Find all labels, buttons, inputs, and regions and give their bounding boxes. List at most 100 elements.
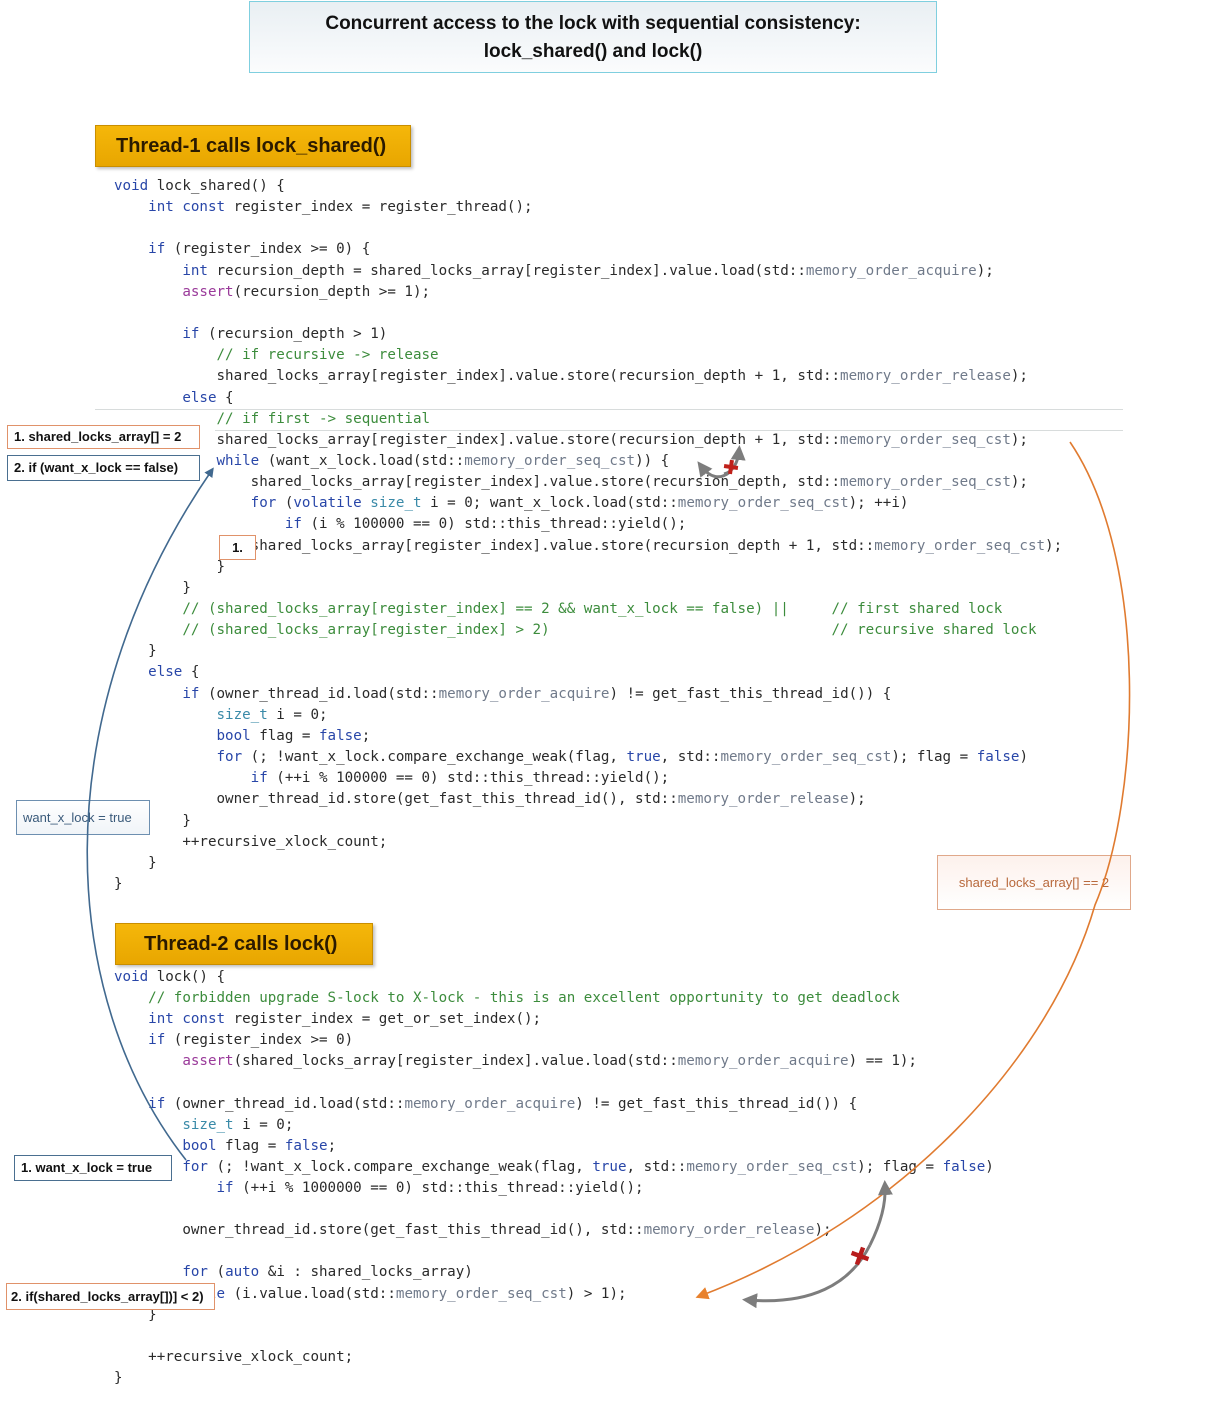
code-token: if <box>148 1032 166 1049</box>
code-token: if <box>284 516 302 533</box>
thread1-banner: Thread-1 calls lock_shared() <box>95 125 411 167</box>
code-token: (i % 100000 == 0) std::this_thread::yiel… <box>301 516 687 533</box>
code-token: ) <box>1019 749 1028 766</box>
code-token: assert <box>182 283 234 300</box>
note-t2-step1: 1. want_x_lock = true <box>14 1155 172 1181</box>
code-token: const <box>182 1011 226 1028</box>
code-token: ++recursive_xlock_count; <box>114 1348 354 1365</box>
code-token: owner_thread_id.store(get_fast_this_thre… <box>114 1222 644 1239</box>
code-token: memory_order_seq_cst <box>677 495 849 512</box>
code-line: if (owner_thread_id.load(std::memory_ord… <box>114 684 891 704</box>
code-line: } <box>114 578 191 598</box>
code-line: void lock() { <box>114 967 225 987</box>
code-token: ); <box>1010 368 1028 385</box>
code-token: memory_order_release <box>840 368 1011 385</box>
code-token: ); <box>1045 537 1063 554</box>
code-token: { <box>182 664 200 681</box>
note-t1-step1: 1. shared_locks_array[] = 2 <box>7 425 200 449</box>
code-line: size_t i = 0; <box>114 705 328 725</box>
code-token: ); ++i) <box>848 495 909 512</box>
code-token: ( <box>276 495 294 512</box>
code-token: memory_order_release <box>677 791 849 808</box>
code-line: } <box>114 557 225 577</box>
code-token: size_t <box>370 495 422 512</box>
code-token: if <box>182 326 200 343</box>
code-line: } <box>114 1368 123 1388</box>
code-token: (i.value.load(std:: <box>225 1285 396 1302</box>
code-token: ); <box>814 1222 832 1239</box>
code-line: owner_thread_id.store(get_fast_this_thre… <box>114 1220 832 1240</box>
code-token: } <box>114 875 123 892</box>
code-line: // (shared_locks_array[register_index] =… <box>114 599 1002 619</box>
code-line: for (volatile size_t i = 0; want_x_lock.… <box>114 493 909 513</box>
code-line: shared_locks_array[register_index].value… <box>114 430 1028 450</box>
code-line: if (owner_thread_id.load(std::memory_ord… <box>114 1094 857 1114</box>
code-token: ); <box>1010 431 1028 448</box>
code-token: (++i % 100000 == 0) std::this_thread::yi… <box>267 770 670 787</box>
code-token: i = 0; <box>233 1116 294 1133</box>
code-line: if (++i % 100000 == 0) std::this_thread:… <box>114 768 670 788</box>
code-token: } <box>114 643 157 660</box>
code-token: (; !want_x_lock.compare_exchange_weak(fl… <box>242 749 627 766</box>
code-token: lock_shared() { <box>148 178 285 194</box>
code-token: int <box>148 1011 174 1028</box>
code-token: // if first -> sequential <box>216 410 431 427</box>
code-token: (owner_thread_id.load(std:: <box>199 685 439 702</box>
code-token: ) != get_fast_this_thread_id()) { <box>575 1095 858 1112</box>
code-token: while <box>216 452 260 469</box>
code-line: shared_locks_array[register_index].value… <box>114 472 1028 492</box>
code-line: // forbidden upgrade S-lock to X-lock - … <box>114 988 900 1008</box>
code-token: ++recursive_xlock_count; <box>114 833 388 850</box>
code-token: assert <box>182 1053 234 1070</box>
code-token: ); <box>848 791 866 808</box>
code-token: , std:: <box>626 1158 687 1175</box>
code-token: if <box>148 1095 166 1112</box>
code-token: // if recursive -> release <box>216 347 439 364</box>
code-line: assert(shared_locks_array[register_index… <box>114 1051 917 1071</box>
code-token: true <box>626 749 661 766</box>
code-token: ) != get_fast_this_thread_id()) { <box>609 685 892 702</box>
cross-icon-t2 <box>850 1246 870 1266</box>
code-token: false <box>976 749 1020 766</box>
code-line: if (register_index >= 0) <box>114 1030 353 1050</box>
code-line: int const register_index = get_or_set_in… <box>114 1009 541 1029</box>
code-token: (want_x_lock.load(std:: <box>259 452 465 469</box>
code-token: (register_index >= 0) { <box>165 241 371 258</box>
code-token: void <box>114 178 149 194</box>
code-token: i = 0; <box>267 706 328 723</box>
code-token: (recursion_depth > 1) <box>199 326 388 343</box>
code-line: size_t i = 0; <box>114 1115 293 1135</box>
code-token: else <box>182 389 217 406</box>
code-token: recursion_depth = shared_locks_array[reg… <box>207 262 806 279</box>
code-token: flag = <box>216 1137 285 1154</box>
code-line: void lock_shared() { <box>114 176 285 196</box>
code-token: ); <box>1010 474 1028 491</box>
code-token: memory_order_acquire <box>805 262 977 279</box>
code-line: shared_locks_array[register_index].value… <box>114 366 1028 386</box>
code-line: assert(recursion_depth >= 1); <box>114 282 430 302</box>
code-token: )) { <box>635 452 670 469</box>
code-token: if <box>216 1180 234 1196</box>
code-line: if (recursion_depth > 1) <box>114 324 387 344</box>
code-token: volatile <box>293 495 362 512</box>
code-token: (recursion_depth >= 1); <box>233 283 431 300</box>
